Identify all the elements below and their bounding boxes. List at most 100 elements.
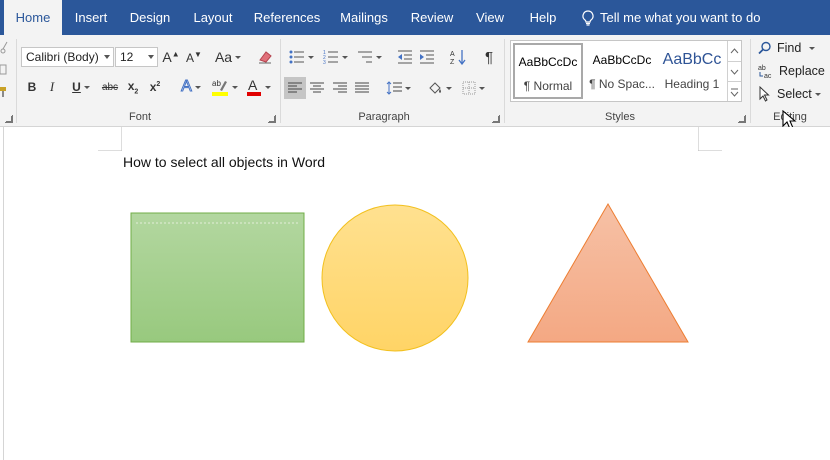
replace-label: Replace	[779, 64, 825, 78]
paint-bucket-icon	[428, 82, 441, 94]
grow-font-button[interactable]: A▲	[162, 47, 180, 67]
shrink-font-button[interactable]: A▼	[185, 47, 203, 67]
style-name: ¶ No Spac...	[589, 77, 655, 91]
pilcrow-icon: ¶	[484, 48, 494, 66]
eraser-icon	[259, 51, 272, 64]
numbering-button[interactable]: 1 2 3	[320, 47, 350, 67]
decrease-indent-icon	[398, 50, 412, 64]
text-effects-icon: A	[181, 78, 193, 96]
decrease-indent-button[interactable]	[396, 47, 414, 67]
styles-group-label: Styles	[605, 111, 635, 123]
numbered-list-icon: 1 2 3	[323, 50, 338, 64]
find-label: Find	[777, 41, 802, 55]
tab-view[interactable]: View	[470, 0, 510, 35]
copy-icon[interactable]	[0, 63, 8, 77]
format-painter-icon[interactable]	[0, 85, 8, 99]
tab-help[interactable]: Help	[522, 0, 564, 35]
show-formatting-button[interactable]: ¶	[480, 47, 498, 67]
tab-insert[interactable]: Insert	[66, 0, 116, 35]
tab-review[interactable]: Review	[406, 0, 458, 35]
tab-layout[interactable]: Layout	[186, 0, 240, 35]
group-separator	[504, 39, 505, 123]
superscript-button[interactable]: x2	[146, 77, 164, 97]
tab-mailings[interactable]: Mailings	[334, 0, 394, 35]
align-left-icon	[288, 82, 302, 93]
underline-icon: U	[72, 80, 81, 94]
circle-shape[interactable]	[321, 204, 469, 352]
gallery-scroll-up[interactable]	[727, 41, 741, 61]
align-left-button[interactable]	[284, 77, 306, 99]
chevron-down-icon	[730, 69, 739, 75]
tab-references[interactable]: References	[250, 0, 324, 35]
cut-icon[interactable]	[0, 41, 8, 55]
align-center-button[interactable]	[307, 77, 327, 99]
increase-indent-button[interactable]	[418, 47, 436, 67]
style-heading-1[interactable]: AaBbCc Heading 1	[657, 43, 727, 99]
borders-icon	[462, 81, 475, 95]
shrink-font-icon: A▼	[186, 49, 202, 65]
gallery-scroll-down[interactable]	[727, 61, 741, 81]
highlighter-icon: ab	[211, 79, 228, 96]
justify-button[interactable]	[352, 77, 372, 99]
styles-launcher-icon[interactable]	[738, 115, 746, 123]
svg-text:A: A	[248, 77, 258, 93]
svg-text:ab: ab	[212, 79, 221, 88]
text-effects-button[interactable]: A	[176, 77, 206, 97]
style-no-spacing[interactable]: AaBbCcDc ¶ No Spac...	[587, 43, 657, 99]
group-separator	[750, 39, 751, 123]
multilevel-list-button[interactable]	[354, 47, 384, 67]
font-name-combo[interactable]: Calibri (Body)	[21, 47, 114, 67]
line-spacing-button[interactable]	[382, 77, 414, 99]
replace-button[interactable]: ab ac Replace	[758, 61, 825, 81]
rectangle-shape[interactable]	[130, 212, 305, 343]
strikethrough-button[interactable]: abc	[100, 77, 120, 97]
style-normal[interactable]: AaBbCcDc ¶ Normal	[513, 43, 583, 99]
gallery-more[interactable]	[727, 81, 741, 101]
shading-button[interactable]	[424, 77, 454, 99]
align-center-icon	[310, 82, 324, 93]
style-name: Heading 1	[664, 77, 720, 91]
tab-home[interactable]: Home	[4, 0, 62, 36]
sort-button[interactable]: AZ	[449, 47, 467, 67]
borders-button[interactable]	[458, 77, 488, 99]
multilevel-list-icon	[357, 51, 372, 63]
change-case-icon: Aa	[214, 49, 233, 65]
underline-button[interactable]: U	[66, 77, 96, 97]
tell-me-search[interactable]: Tell me what you want to do	[582, 0, 760, 35]
grow-font-icon: A▲	[162, 49, 180, 65]
document-canvas[interactable]: How to select all objects in Word	[0, 127, 830, 460]
select-button[interactable]: Select	[758, 84, 821, 104]
svg-text:3: 3	[323, 60, 326, 64]
italic-button[interactable]: I	[44, 77, 60, 97]
chevron-up-icon	[730, 48, 739, 54]
font-color-button[interactable]: A	[243, 75, 273, 99]
font-size-value: 12	[120, 50, 134, 64]
subscript-button[interactable]: x2	[124, 77, 142, 97]
chevron-down-icon	[104, 55, 110, 59]
svg-text:ab: ab	[758, 65, 766, 72]
replace-icon: ab ac	[758, 65, 772, 79]
font-size-combo[interactable]: 12	[115, 47, 158, 67]
tab-design[interactable]: Design	[124, 0, 176, 35]
paragraph-group-label: Paragraph	[358, 111, 410, 123]
highlight-button[interactable]: ab	[209, 75, 239, 99]
svg-text:A: A	[450, 51, 455, 58]
clear-formatting-button[interactable]	[255, 47, 275, 67]
superscript-icon: x2	[149, 80, 161, 94]
align-right-button[interactable]	[330, 77, 350, 99]
find-button[interactable]: Find	[758, 38, 816, 58]
bold-icon: B	[27, 80, 37, 94]
group-separator	[16, 39, 17, 123]
triangle-shape[interactable]	[527, 203, 689, 343]
change-case-button[interactable]: Aa	[212, 47, 244, 67]
styles-gallery[interactable]: AaBbCcDc ¶ Normal AaBbCcDc ¶ No Spac... …	[510, 40, 742, 102]
style-preview: AaBbCcDc	[592, 53, 652, 67]
font-launcher-icon[interactable]	[268, 115, 276, 123]
bullets-button[interactable]	[286, 47, 316, 67]
line-spacing-icon	[386, 81, 402, 95]
paragraph-launcher-icon[interactable]	[492, 115, 500, 123]
subscript-icon: x2	[127, 78, 139, 96]
bold-button[interactable]: B	[24, 77, 40, 97]
clipboard-launcher-icon[interactable]	[5, 115, 13, 123]
more-icon	[730, 88, 739, 97]
